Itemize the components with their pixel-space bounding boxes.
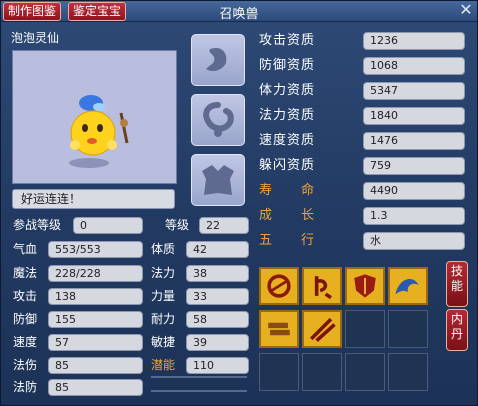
mp-label: 魔法 bbox=[13, 266, 38, 280]
agility-value: 39 bbox=[186, 334, 249, 351]
magic-damage-label: 法伤 bbox=[13, 358, 38, 372]
defense-label: 防御 bbox=[13, 312, 38, 326]
aptitude-label: 法力资质 bbox=[259, 108, 316, 123]
pet-portrait bbox=[12, 50, 177, 184]
endurance-label: 耐力 bbox=[151, 312, 176, 326]
aptitude-label: 躲闪资质 bbox=[259, 158, 316, 173]
attack-aptitude-value: 1236 bbox=[363, 32, 465, 50]
empty-skill-slot[interactable] bbox=[388, 310, 428, 348]
magic-power-value: 38 bbox=[186, 265, 249, 282]
defense-value: 155 bbox=[48, 311, 143, 328]
lifespan-value: 4490 bbox=[363, 182, 465, 200]
lifespan-label: 寿 命 bbox=[259, 183, 316, 198]
attack-value: 138 bbox=[48, 288, 143, 305]
empty-skill-slot[interactable] bbox=[388, 353, 428, 391]
element-label: 五 行 bbox=[259, 233, 316, 248]
magic-defense-label: 法防 bbox=[13, 380, 38, 394]
armor-slot-icon[interactable] bbox=[191, 154, 245, 206]
hp-value: 553/553 bbox=[48, 241, 143, 258]
speed-label: 速度 bbox=[13, 335, 38, 349]
window-title: 召唤兽 bbox=[219, 7, 259, 22]
skill-shield-icon[interactable] bbox=[345, 267, 385, 305]
skills-button[interactable]: 技能 bbox=[446, 261, 468, 307]
magic-power-label: 法力 bbox=[151, 266, 176, 280]
battle-level-value: 0 bbox=[73, 217, 143, 234]
skill-roar-icon[interactable] bbox=[259, 267, 299, 305]
growth-value: 1.3 bbox=[363, 207, 465, 225]
skill-wave-icon[interactable] bbox=[388, 267, 428, 305]
strength-label: 力量 bbox=[151, 289, 176, 303]
dodge-aptitude-value: 759 bbox=[363, 157, 465, 175]
pet-motto: 好运连连！ bbox=[12, 189, 175, 209]
aptitude-label: 防御资质 bbox=[259, 58, 316, 73]
decorative-border bbox=[151, 376, 247, 392]
skill-strike-icon[interactable] bbox=[302, 310, 342, 348]
empty-skill-slot[interactable] bbox=[345, 310, 385, 348]
constitution-label: 体质 bbox=[151, 242, 176, 256]
empty-skill-slot[interactable] bbox=[345, 353, 385, 391]
speed-aptitude-value: 1476 bbox=[363, 132, 465, 150]
aptitude-label: 攻击资质 bbox=[259, 33, 316, 48]
inner-pill-button[interactable]: 内丹 bbox=[446, 309, 468, 351]
magic-aptitude-value: 1840 bbox=[363, 107, 465, 125]
hp-label: 气血 bbox=[13, 242, 38, 256]
collar-slot-icon[interactable] bbox=[191, 94, 245, 146]
helmet-slot-icon[interactable] bbox=[191, 34, 245, 86]
aptitude-label: 体力资质 bbox=[259, 83, 316, 98]
strength-value: 33 bbox=[186, 288, 249, 305]
potential-value: 110 bbox=[186, 357, 249, 374]
aptitude-label: 速度资质 bbox=[259, 133, 316, 148]
bubble-spirit-image bbox=[69, 95, 129, 168]
empty-skill-slot[interactable] bbox=[259, 353, 299, 391]
skill-scroll-icon[interactable] bbox=[259, 310, 299, 348]
stamina-aptitude-value: 5347 bbox=[363, 82, 465, 100]
pet-window: 制作图鉴 鉴定宝宝 召唤兽 ✕ 泡泡灵仙 好运连连！ 参战等级 0 气血 553… bbox=[0, 0, 478, 406]
magic-defense-value: 85 bbox=[48, 379, 143, 396]
title-bar: 制作图鉴 鉴定宝宝 召唤兽 ✕ bbox=[1, 1, 477, 22]
magic-damage-value: 85 bbox=[48, 357, 143, 374]
skill-rune-icon[interactable] bbox=[302, 267, 342, 305]
empty-skill-slot[interactable] bbox=[302, 353, 342, 391]
battle-level-label: 参战等级 bbox=[13, 218, 62, 232]
attack-label: 攻击 bbox=[13, 289, 38, 303]
element-value: 水 bbox=[363, 232, 465, 250]
defense-aptitude-value: 1068 bbox=[363, 57, 465, 75]
growth-label: 成 长 bbox=[259, 208, 316, 223]
pet-name: 泡泡灵仙 bbox=[11, 31, 60, 45]
speed-value: 57 bbox=[48, 334, 143, 351]
endurance-value: 58 bbox=[186, 311, 249, 328]
close-icon[interactable]: ✕ bbox=[458, 2, 474, 18]
level-label: 等级 bbox=[165, 218, 190, 232]
mp-value: 228/228 bbox=[48, 265, 143, 282]
agility-label: 敏捷 bbox=[151, 335, 176, 349]
potential-label: 潜能 bbox=[151, 358, 176, 372]
level-value: 22 bbox=[199, 217, 249, 234]
constitution-value: 42 bbox=[186, 241, 249, 258]
